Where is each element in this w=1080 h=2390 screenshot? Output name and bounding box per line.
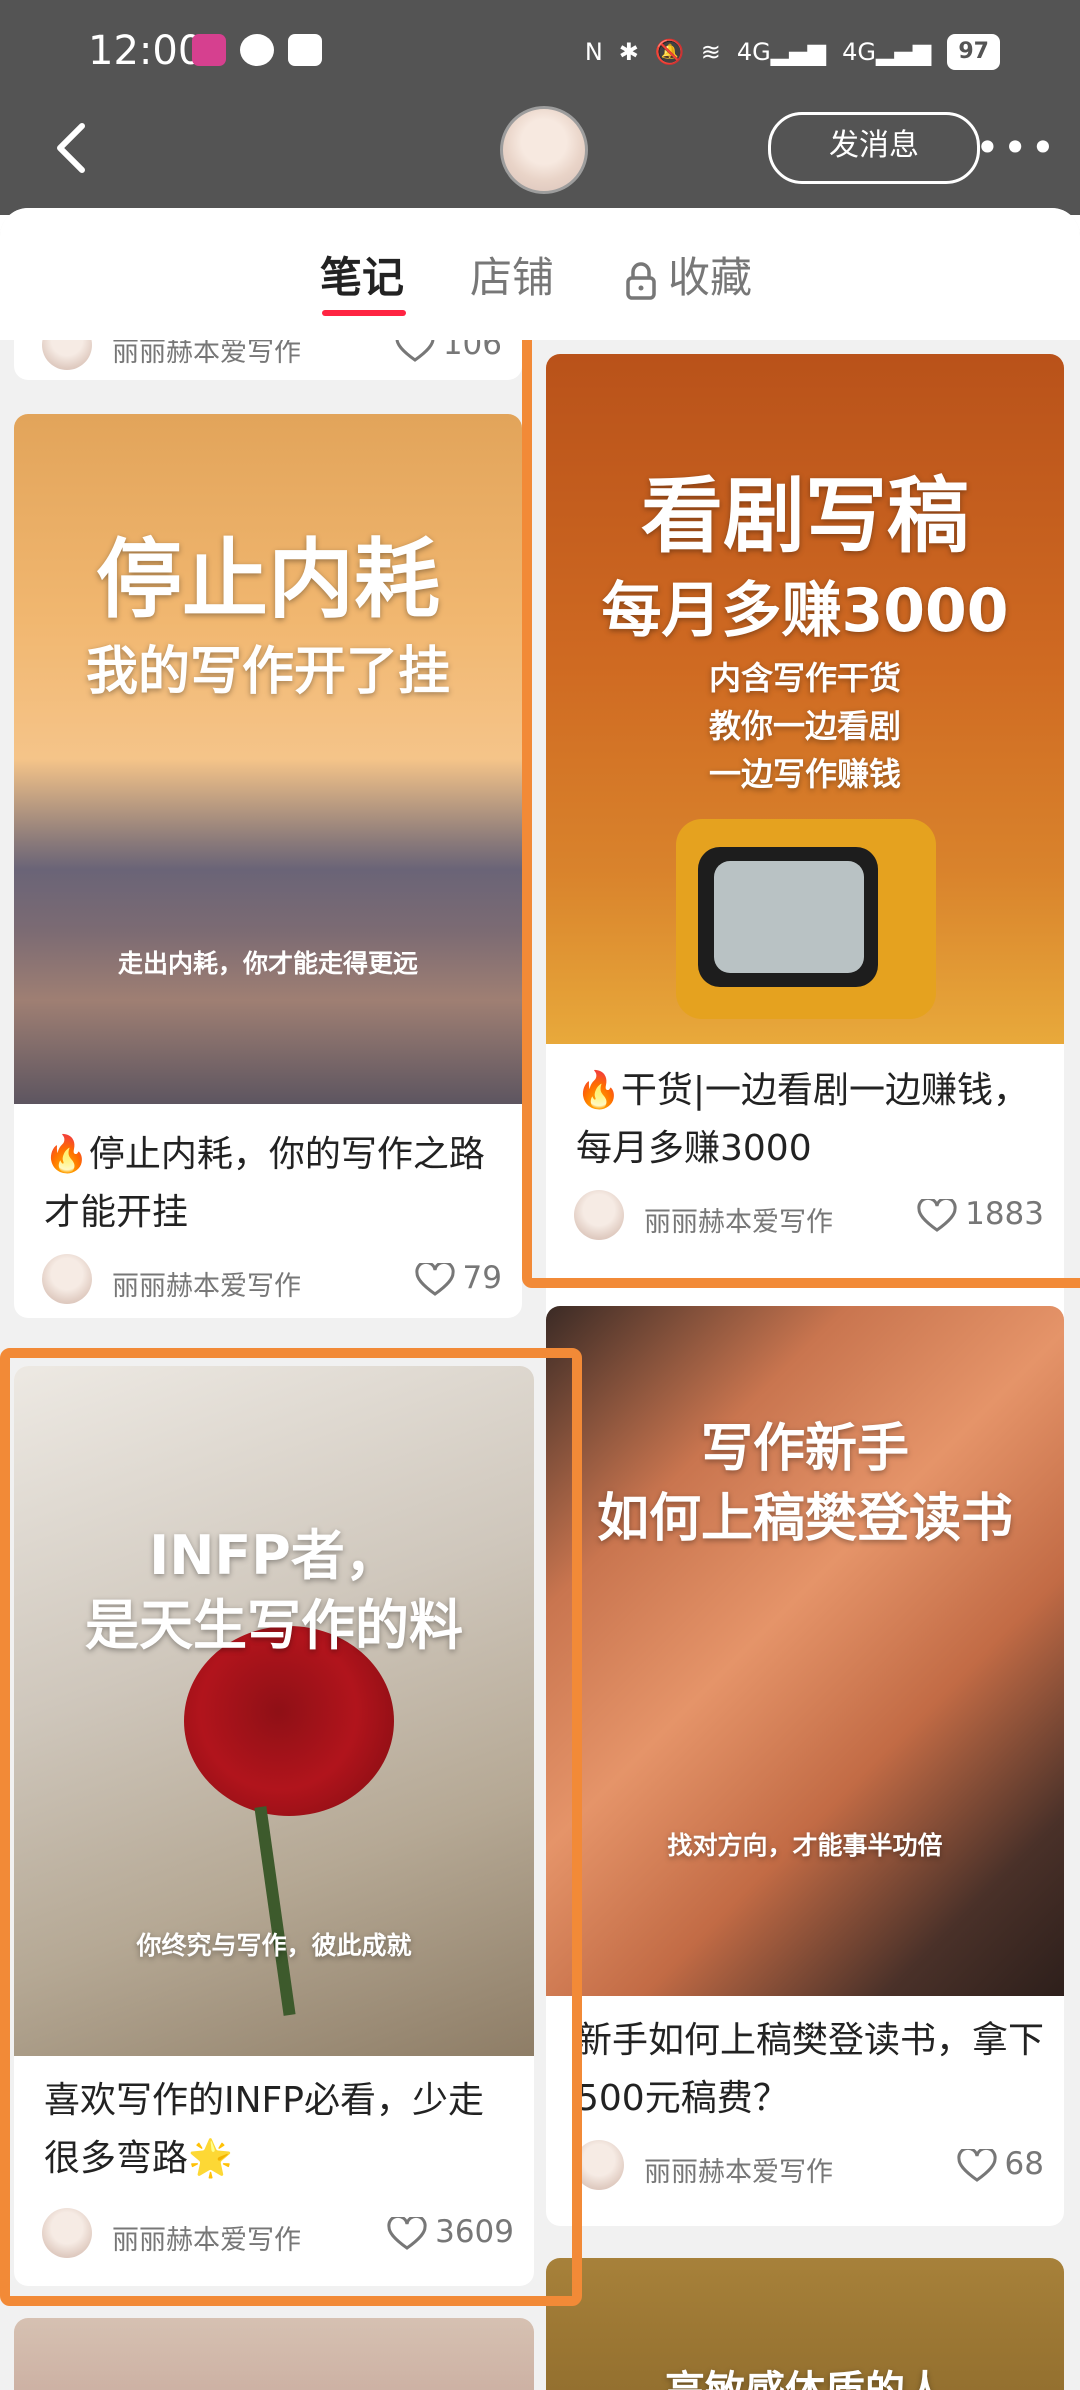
status-time: 12:00 <box>88 28 204 74</box>
author-avatar <box>574 1190 624 1240</box>
cover-subtitle: 是天生写作的料 <box>85 1594 463 1657</box>
note-card[interactable]: 停止内耗 我的写作开了挂 走出内耗，你才能走得更远 🔥停止内耗，你的写作之路才能… <box>14 414 522 1318</box>
tab-notes[interactable]: 笔记 <box>320 244 404 305</box>
like-count[interactable]: 79 <box>414 1260 502 1297</box>
app-notification-icon <box>192 34 226 66</box>
note-card[interactable]: 看剧写稿 每月多赚3000 内含写作干货 教你一边看剧 一边写作赚钱 🔥干货|一… <box>546 354 1064 1434</box>
more-options-icon[interactable]: ••• <box>975 127 1055 169</box>
wifi-icon: ≋ <box>700 38 721 66</box>
like-count-value: 68 <box>1004 2146 1044 2182</box>
back-button[interactable] <box>44 118 104 178</box>
note-card[interactable]: 写作新手 如何上稿樊登读书 找对方向，才能事半功倍 新手如何上稿樊登读书，拿下5… <box>546 1306 1064 2226</box>
signal-icon-2: 4G▂▄▆ <box>842 38 932 66</box>
author-name: 丽丽赫本爱写作 <box>112 2225 301 2256</box>
top-bar: 12:00 N ✱ 🔕 ≋ 4G▂▄▆ 4G▂▄▆ 97 发消息 ••• <box>0 0 1080 215</box>
bluetooth-icon: ✱ <box>618 38 639 66</box>
nfc-icon: N <box>584 38 603 66</box>
send-message-button[interactable]: 发消息 <box>768 112 980 184</box>
cover-title: 写作新手 <box>700 1419 909 1479</box>
chevron-left-icon <box>57 123 85 173</box>
author-avatar <box>42 1254 92 1304</box>
heart-icon <box>956 2148 997 2182</box>
like-count-value: 3609 <box>435 2214 514 2250</box>
mute-icon: 🔕 <box>654 38 685 66</box>
author-avatar <box>42 2208 92 2258</box>
like-count[interactable]: 1883 <box>917 1196 1044 1233</box>
active-tab-indicator <box>322 310 406 316</box>
cover-title: 高敏感体质的人 <box>546 2358 1064 2390</box>
card-meta: 丽丽赫本爱写作 79 <box>42 1254 502 1306</box>
cover-subtitle: 如何上稿樊登读书 <box>596 1489 1013 1549</box>
card-meta: 丽丽赫本爱写作 3609 <box>42 2208 514 2260</box>
mail-icon <box>288 34 322 66</box>
cover-title: 看剧写稿 <box>640 469 969 564</box>
like-count-value: 1883 <box>965 1196 1044 1232</box>
heart-icon <box>917 1198 957 1232</box>
profile-avatar[interactable] <box>500 106 588 194</box>
lock-icon <box>626 261 656 300</box>
tab-bar: 笔记 店铺 收藏 <box>0 208 1080 340</box>
card-title: 🔥停止内耗，你的写作之路才能开挂 <box>44 1134 485 1233</box>
tab-favorites[interactable]: 收藏 <box>624 244 752 305</box>
cover-caption-2: 教你一边看剧 <box>708 707 901 745</box>
nav-bar: 发消息 ••• <box>0 100 1080 200</box>
card-meta: 丽丽赫本爱写作 1883 <box>574 1190 1044 1242</box>
wechat-icon <box>240 34 274 66</box>
card-title: 新手如何上稿樊登读书，拿下500元稿费？ <box>576 2020 1045 2119</box>
cover-caption: 你终究与写作，彼此成就 <box>136 1931 412 1960</box>
cover-image: 看剧写稿 每月多赚3000 内含写作干货 教你一边看剧 一边写作赚钱 <box>546 354 1064 1044</box>
network-label-1: 4G <box>736 38 771 66</box>
author-name: 丽丽赫本爱写作 <box>644 2157 833 2188</box>
note-card[interactable]: INFP者， 是天生写作的料 你终究与写作，彼此成就 喜欢写作的INFP必看，少… <box>14 1366 534 2286</box>
cover-image: 高敏感体质的人 <box>546 2258 1064 2390</box>
like-count[interactable]: 3609 <box>387 2214 514 2251</box>
tv-illustration <box>676 819 936 1019</box>
heart-icon <box>414 1262 455 1296</box>
notification-icons <box>192 34 322 66</box>
like-count[interactable]: 68 <box>956 2146 1044 2183</box>
card-title: 🔥干货|一边看剧一边赚钱，每月多赚3000 <box>576 1070 1029 1169</box>
cover-image: 写作新手 如何上稿樊登读书 找对方向，才能事半功倍 <box>546 1306 1064 1996</box>
author-name: 丽丽赫本爱写作 <box>112 1271 301 1302</box>
cover-title: INFP者， <box>149 1524 399 1587</box>
cover-caption: 走出内耗，你才能走得更远 <box>117 949 418 978</box>
cover-image: INFP者， 是天生写作的料 你终究与写作，彼此成就 <box>14 1366 534 2056</box>
system-icons: N ✱ 🔕 ≋ 4G▂▄▆ 4G▂▄▆ 97 <box>585 34 1000 70</box>
rose-stem <box>254 1806 296 2016</box>
signal-icon-1: 4G▂▄▆ <box>736 38 827 66</box>
note-card[interactable] <box>14 2318 534 2390</box>
content-sheet: 笔记 店铺 收藏 丽丽赫本爱写作 106 停止内耗 我的写作开了挂 走出内耗，你… <box>0 208 1080 2390</box>
card-meta: 丽丽赫本爱写作 68 <box>574 2140 1044 2192</box>
status-bar: 12:00 N ✱ 🔕 ≋ 4G▂▄▆ 4G▂▄▆ 97 <box>0 20 1080 84</box>
cover-caption-3: 一边写作赚钱 <box>708 755 901 793</box>
card-title: 喜欢写作的INFP必看，少走很多弯路🌟 <box>44 2080 484 2179</box>
tab-shop[interactable]: 店铺 <box>470 244 554 305</box>
cover-subtitle: 每月多赚3000 <box>601 576 1009 646</box>
cover-image: 停止内耗 我的写作开了挂 走出内耗，你才能走得更远 <box>14 414 522 1104</box>
cover-subtitle: 我的写作开了挂 <box>85 642 450 702</box>
tab-favorites-label: 收藏 <box>668 253 753 302</box>
like-count-value: 79 <box>462 1260 502 1296</box>
heart-icon <box>387 2216 427 2250</box>
cover-title: 停止内耗 <box>96 530 440 630</box>
battery-indicator: 97 <box>947 34 1000 70</box>
network-label-2: 4G <box>842 38 876 66</box>
note-card[interactable]: 高敏感体质的人 <box>546 2258 1064 2390</box>
cover-caption: 找对方向，才能事半功倍 <box>667 1831 943 1860</box>
author-name: 丽丽赫本爱写作 <box>644 1207 833 1238</box>
cover-image <box>14 2318 534 2390</box>
cover-caption-1: 内含写作干货 <box>708 659 901 697</box>
author-avatar <box>574 2140 624 2190</box>
